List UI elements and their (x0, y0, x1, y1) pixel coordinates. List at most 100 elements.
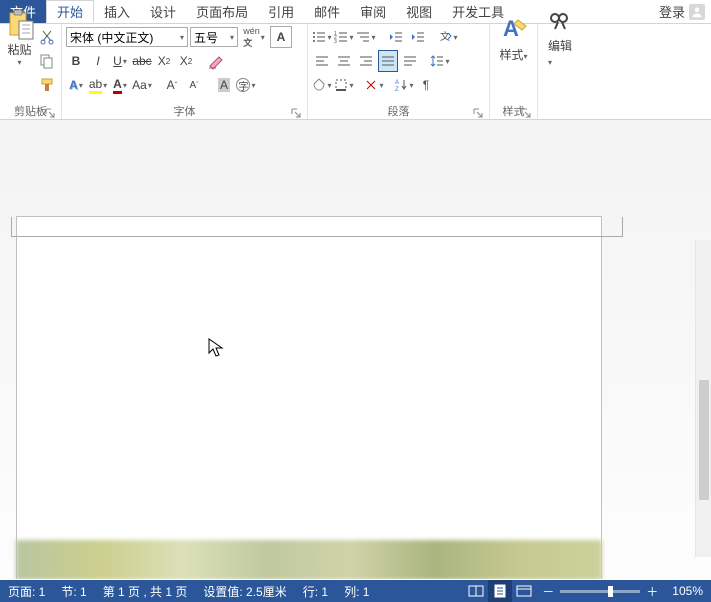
borders-button[interactable] (334, 74, 354, 96)
find-icon (549, 11, 571, 33)
status-page-of[interactable]: 第 1 页 , 共 1 页 (95, 583, 196, 600)
status-bar: 页面: 1 节: 1 第 1 页 , 共 1 页 设置值: 2.5厘米 行: 1… (0, 580, 711, 602)
sort-button[interactable]: AZ (394, 74, 414, 96)
zoom-out-button[interactable]: － (542, 583, 554, 600)
group-font: 宋体 (中文正文)▾ 五号▾ wén文 A B I U abc X2 X2 A … (62, 24, 308, 119)
format-painter-button[interactable] (37, 74, 57, 96)
document-area[interactable] (0, 120, 711, 579)
change-case-button[interactable]: Aa (132, 74, 152, 96)
editing-button-label: 编辑 (548, 39, 572, 53)
underline-button[interactable]: U (110, 50, 130, 72)
font-launcher[interactable] (291, 108, 301, 118)
svg-text:A: A (503, 16, 519, 41)
paste-icon (6, 9, 34, 41)
bold-button[interactable]: B (66, 50, 86, 72)
text-direction-button[interactable]: 文 (438, 26, 458, 48)
page[interactable] (16, 216, 602, 579)
clipboard-launcher[interactable] (45, 108, 55, 118)
styles-button-label: 样式 (499, 48, 523, 62)
group-clipboard: 粘贴▾ 剪贴板 (0, 24, 62, 119)
ribbon: 粘贴▾ 剪贴板 宋体 (中文正文)▾ 五号▾ wén文 A B I U (0, 24, 711, 120)
svg-text:文: 文 (440, 30, 450, 43)
enclose-chars-button[interactable]: 字 (236, 74, 256, 96)
tab-references[interactable]: 引用 (258, 0, 304, 23)
zoom-slider[interactable]: － ＋ (536, 583, 664, 600)
svg-text:Z: Z (395, 87, 399, 92)
font-color-button[interactable]: A (110, 74, 130, 96)
status-page[interactable]: 页面: 1 (0, 583, 53, 600)
scrollbar-thumb[interactable] (699, 380, 709, 500)
status-column[interactable]: 列: 1 (336, 583, 377, 600)
align-center-button[interactable] (334, 50, 354, 72)
align-justify-button[interactable] (378, 50, 398, 72)
embedded-image[interactable] (16, 540, 602, 579)
styles-button[interactable]: A 样式▾ (494, 26, 533, 48)
tab-home[interactable]: 开始 (46, 0, 94, 23)
editing-button[interactable]: 编辑▾ (542, 26, 578, 48)
superscript-button[interactable]: X2 (176, 50, 196, 72)
group-editing: 编辑▾ (538, 24, 582, 119)
tab-insert[interactable]: 插入 (94, 0, 140, 23)
clear-formatting-button[interactable] (206, 50, 226, 72)
italic-button[interactable]: I (88, 50, 108, 72)
paste-label: 粘贴 (7, 41, 31, 58)
svg-text:A: A (395, 80, 399, 86)
user-avatar-icon (689, 4, 705, 20)
paragraph-group-label: 段落 (388, 103, 410, 119)
status-position[interactable]: 设置值: 2.5厘米 (195, 583, 294, 600)
decrease-indent-button[interactable] (386, 26, 406, 48)
phonetic-guide-button[interactable]: wén文 (240, 26, 268, 48)
bullets-button[interactable] (312, 26, 332, 48)
text-effects-button[interactable]: A (66, 74, 86, 96)
vertical-scrollbar[interactable] (695, 240, 711, 557)
grow-font-button[interactable]: Aˆ (162, 74, 182, 96)
font-name-combo[interactable]: 宋体 (中文正文)▾ (66, 27, 188, 47)
zoom-track[interactable] (560, 590, 640, 593)
cut-button[interactable] (37, 26, 57, 48)
show-hide-marks-button[interactable]: ¶ (416, 74, 436, 96)
strikethrough-button[interactable]: abc (132, 50, 152, 72)
read-mode-button[interactable] (464, 580, 488, 602)
print-layout-button[interactable] (488, 580, 512, 602)
cursor-icon (208, 338, 224, 358)
menu-tabs: 文件 开始 插入 设计 页面布局 引用 邮件 审阅 视图 开发工具 登录 (0, 0, 711, 24)
login-label: 登录 (659, 2, 685, 21)
align-distribute-button[interactable] (400, 50, 420, 72)
login-button[interactable]: 登录 (649, 0, 711, 23)
numbering-button[interactable]: 123 (334, 26, 354, 48)
status-section[interactable]: 节: 1 (53, 583, 94, 600)
tab-mail[interactable]: 邮件 (304, 0, 350, 23)
multilevel-list-button[interactable] (356, 26, 376, 48)
asian-layout-button[interactable] (364, 74, 384, 96)
styles-icon: A (500, 14, 528, 46)
zoom-percentage[interactable]: 105% (664, 584, 711, 598)
tab-design[interactable]: 设计 (140, 0, 186, 23)
copy-button[interactable] (37, 50, 57, 72)
character-shading-button[interactable]: A (214, 74, 234, 96)
group-paragraph: 123 文 (308, 24, 490, 119)
line-spacing-button[interactable] (430, 50, 450, 72)
align-left-button[interactable] (312, 50, 332, 72)
clipboard-group-label: 剪贴板 (14, 103, 47, 119)
tab-view[interactable]: 视图 (396, 0, 442, 23)
shrink-font-button[interactable]: Aˇ (184, 74, 204, 96)
shading-button[interactable] (312, 74, 332, 96)
tab-review[interactable]: 审阅 (350, 0, 396, 23)
font-group-label: 字体 (174, 103, 196, 119)
paste-button[interactable]: 粘贴▾ (4, 26, 35, 48)
svg-text:3: 3 (334, 39, 337, 44)
increase-indent-button[interactable] (408, 26, 428, 48)
styles-launcher[interactable] (521, 108, 531, 118)
status-line[interactable]: 行: 1 (295, 583, 336, 600)
subscript-button[interactable]: X2 (154, 50, 174, 72)
zoom-handle[interactable] (608, 586, 613, 597)
group-styles: A 样式▾ 样式 (490, 24, 538, 119)
web-layout-button[interactable] (512, 580, 536, 602)
tab-page-layout[interactable]: 页面布局 (186, 0, 258, 23)
paragraph-launcher[interactable] (473, 108, 483, 118)
font-size-combo[interactable]: 五号▾ (190, 27, 238, 47)
zoom-in-button[interactable]: ＋ (646, 583, 658, 600)
align-right-button[interactable] (356, 50, 376, 72)
character-border-button[interactable]: A (270, 26, 292, 48)
highlight-button[interactable]: ab (88, 74, 108, 96)
